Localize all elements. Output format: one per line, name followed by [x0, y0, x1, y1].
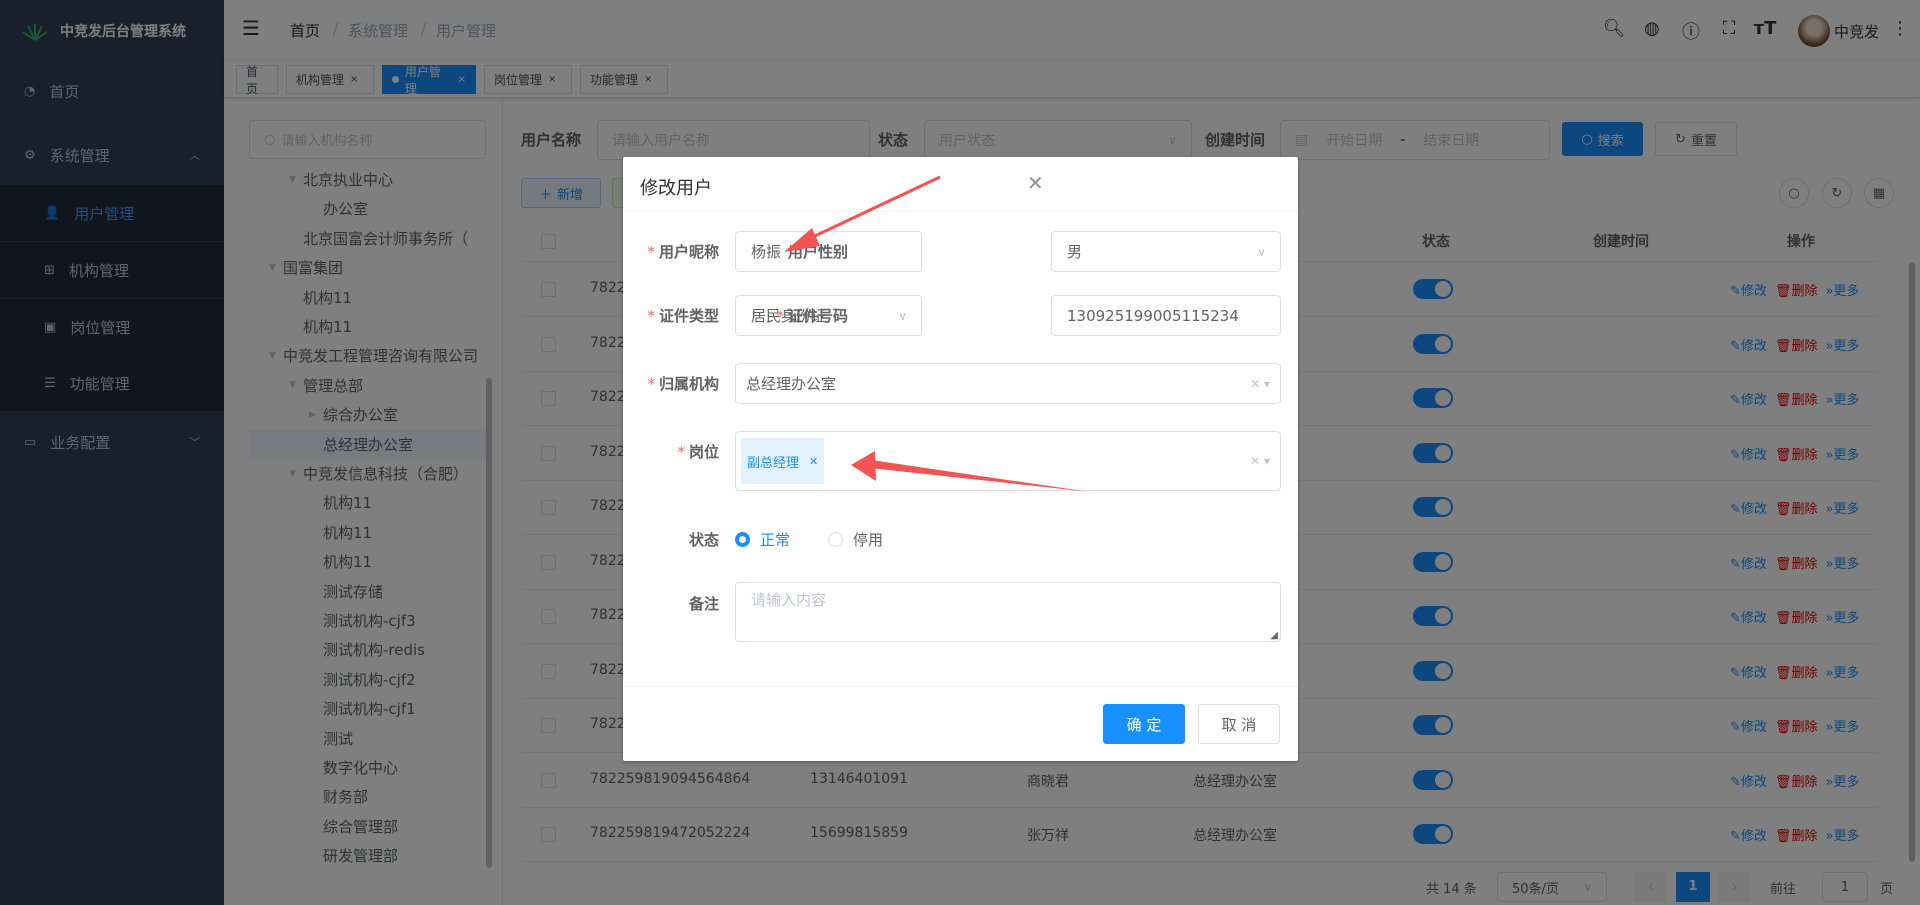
post-multiselect[interactable]: 副总经理 ✕ ✕ ▾: [735, 431, 1281, 491]
confirm-button[interactable]: 确 定: [1103, 704, 1185, 744]
dialog-header-divider: [623, 211, 1298, 212]
id-number-label: * 证件号码: [776, 307, 848, 325]
remark-label: 备注: [688, 595, 719, 613]
id-number-value: 130925199005115234: [1067, 306, 1239, 325]
id-number-input[interactable]: 130925199005115234: [1051, 295, 1281, 336]
id-type-label: * 证件类型: [647, 307, 719, 325]
nickname-label: * 用户昵称: [647, 243, 719, 261]
resize-handle-icon[interactable]: ◢: [1270, 630, 1278, 641]
cancel-button[interactable]: 取 消: [1198, 704, 1280, 744]
chevron-down-icon: ∨: [1257, 244, 1266, 259]
post-tag-label: 副总经理: [747, 455, 800, 471]
status-radio-disabled[interactable]: 停用: [828, 529, 883, 550]
gender-select[interactable]: 男 ∨: [1051, 231, 1281, 272]
radio-unchecked-icon: [828, 532, 843, 547]
post-tag: 副总经理 ✕: [741, 438, 825, 484]
dialog-footer-divider: [623, 686, 1298, 687]
remark-placeholder: 请输入内容: [751, 591, 827, 609]
org-treeselect[interactable]: 总经理办公室 ✕ ▾: [735, 363, 1281, 404]
org-value: 总经理办公室: [746, 375, 837, 393]
tag-close-icon[interactable]: ✕: [809, 455, 818, 468]
chevron-down-icon: ∨: [898, 308, 907, 323]
clear-and-caret-icon[interactable]: ✕ ▾: [1250, 377, 1270, 391]
close-icon[interactable]: ✕: [1027, 171, 1044, 195]
remark-textarea[interactable]: 请输入内容 ◢: [735, 582, 1281, 642]
edit-user-dialog: 修改用户 ✕ * 用户昵称 杨振 用户性别 男 ∨ * 证件类型 居民身份证 ∨ * 证件…: [623, 157, 1298, 761]
status-label: 状态: [688, 531, 719, 549]
dialog-title: 修改用户: [640, 178, 712, 199]
gender-value: 男: [1067, 243, 1083, 261]
org-label: * 归属机构: [647, 375, 719, 393]
radio-checked-icon: [735, 532, 750, 547]
post-label: * 岗位: [677, 443, 719, 461]
clear-and-caret-icon[interactable]: ✕ ▾: [1250, 454, 1270, 468]
status-radio-normal[interactable]: 正常: [735, 529, 790, 550]
gender-label: 用户性别: [787, 243, 848, 261]
